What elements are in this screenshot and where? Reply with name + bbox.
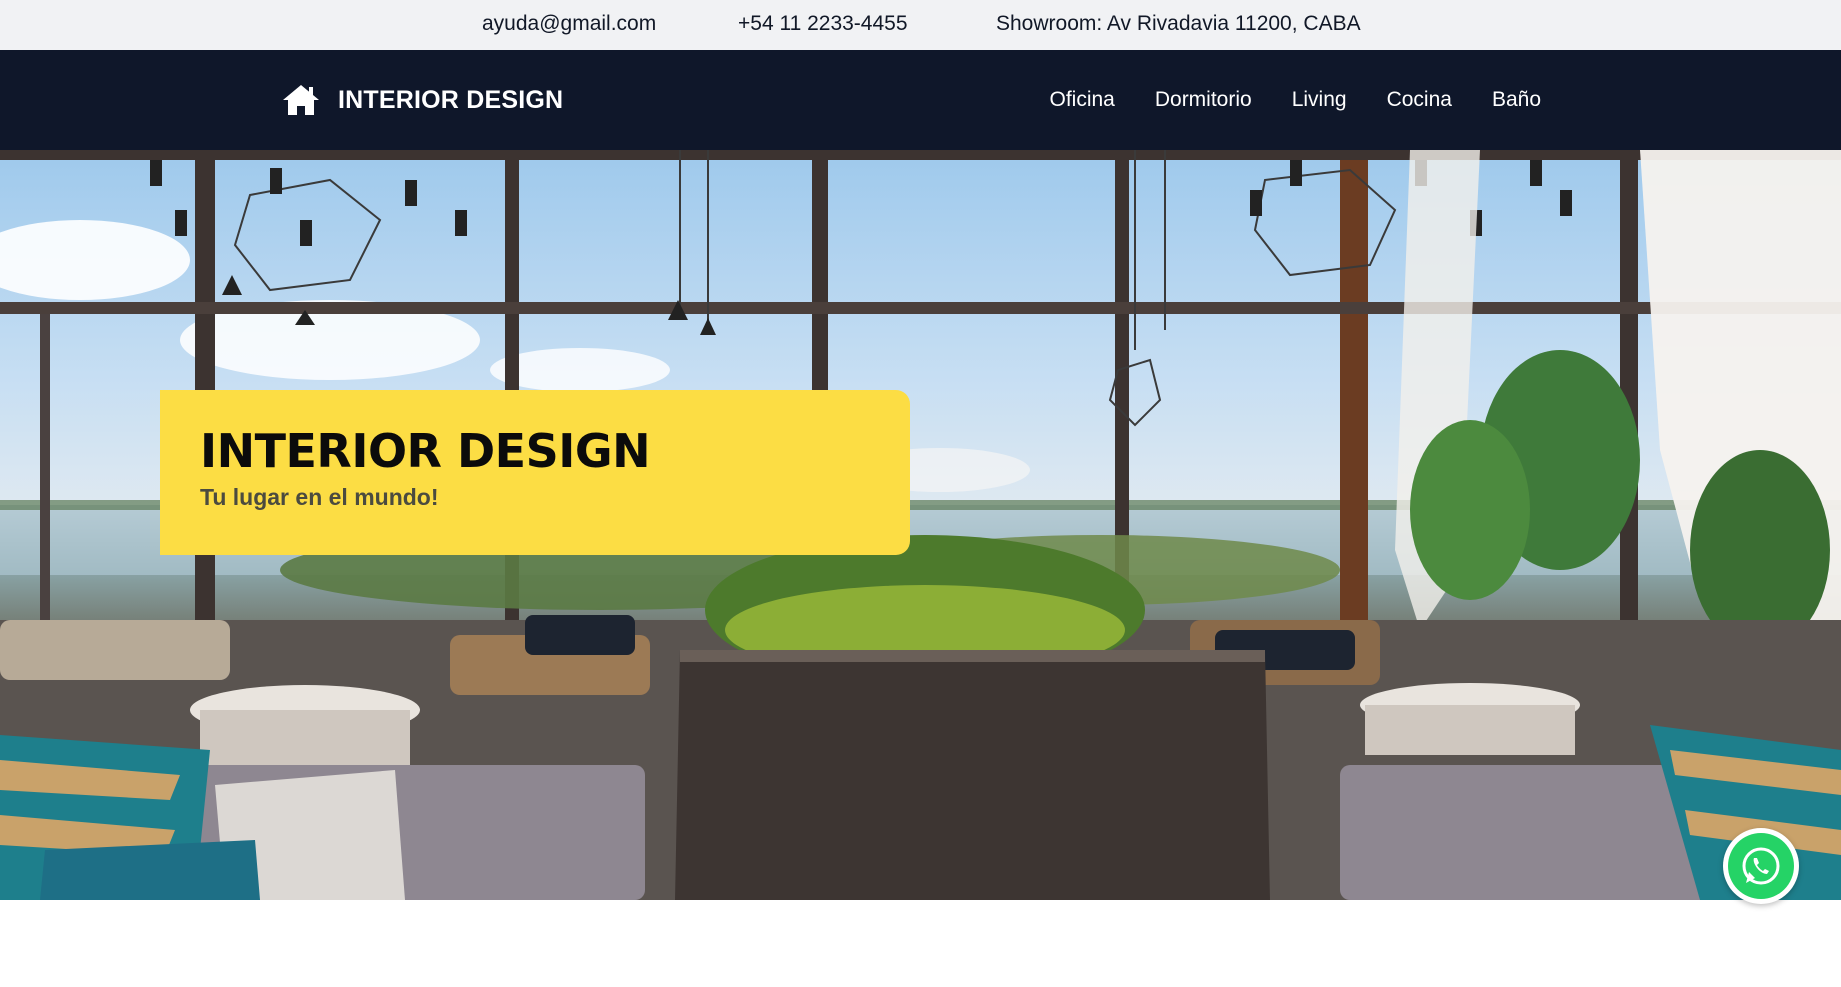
nav-menu: Oficina Dormitorio Living Cocina Baño xyxy=(1049,50,1541,150)
home-icon xyxy=(282,84,320,116)
showroom-address: Showroom: Av Rivadavia 11200, CABA xyxy=(996,12,1361,35)
nav-link-dormitorio[interactable]: Dormitorio xyxy=(1155,88,1252,111)
contact-email[interactable]: ayuda@gmail.com xyxy=(482,12,656,36)
nav-link-bano[interactable]: Baño xyxy=(1492,88,1541,111)
brand-name: INTERIOR DESIGN xyxy=(338,85,564,114)
main-navbar: INTERIOR DESIGN Oficina Dormitorio Livin… xyxy=(0,50,1841,150)
nav-link-living[interactable]: Living xyxy=(1292,88,1347,111)
hero-subtitle: Tu lugar en el mundo! xyxy=(200,484,439,510)
nav-link-oficina[interactable]: Oficina xyxy=(1049,88,1114,111)
whatsapp-float-button[interactable] xyxy=(1723,828,1799,904)
hero-card: INTERIOR DESIGN Tu lugar en el mundo! xyxy=(160,390,910,555)
contact-phone[interactable]: +54 11 2233-4455 xyxy=(738,12,908,36)
hero-title: INTERIOR DESIGN xyxy=(200,424,651,478)
contact-bar: ayuda@gmail.com +54 11 2233-4455 Showroo… xyxy=(0,0,1841,50)
hero-banner: INTERIOR DESIGN Tu lugar en el mundo! xyxy=(0,150,1841,900)
nav-link-cocina[interactable]: Cocina xyxy=(1387,88,1452,111)
whatsapp-icon xyxy=(1728,833,1794,899)
brand-logo-link[interactable]: INTERIOR DESIGN xyxy=(282,80,563,120)
